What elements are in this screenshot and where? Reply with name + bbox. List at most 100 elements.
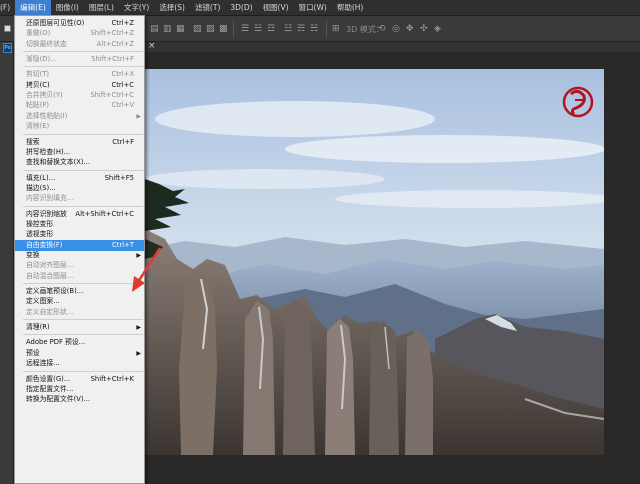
menubar-select-menu[interactable]: 选择(S) [154,0,190,16]
edit-menu-item[interactable]: 操控变形 [15,219,144,230]
menu-separator [23,334,143,336]
menu-item-label: 自动混合图层... [26,271,74,280]
menu-item-label: Adobe PDF 预设... [26,338,86,347]
options-divider [326,21,327,37]
distribute-left-icon[interactable]: ☳ [284,23,292,35]
menu-item-label: 描边(S)... [26,183,56,192]
3d-scale-icon[interactable]: ◈ [434,23,441,35]
edit-menu-item[interactable]: 远程连接... [15,358,144,369]
distribute-top-icon[interactable]: ☰ [241,23,249,35]
edit-menu-item[interactable]: 转换为配置文件(V)... [15,394,144,405]
menu-item-label: 转换为配置文件(V)... [26,395,91,404]
3d-roll-icon[interactable]: ◎ [392,23,400,35]
menu-bar: (F) 编辑(E) 图像(I) 图层(L) 文字(Y) 选择(S) 滤镜(T) 3D(D) 视图… [0,0,640,16]
edit-menu-item[interactable]: 自由变换(F) Ctrl+T [15,239,144,251]
align-hcenter-icon[interactable]: ▨ [206,23,215,35]
edit-menu-item[interactable]: 定义图案... [15,296,144,307]
distribute-hcenter-icon[interactable]: ☴ [297,23,305,35]
menu-item-shortcut: Shift+Ctrl+C [90,91,134,100]
menu-separator [23,133,143,135]
menu-item-shortcut: Shift+Ctrl+Z [90,29,134,38]
tools-panel: Ps [0,42,14,484]
menubar-3d-menu[interactable]: 3D(D) [225,0,257,16]
close-tab-icon[interactable]: × [148,41,156,51]
ps-icon: Ps [3,43,12,53]
edit-menu-item[interactable]: 变换 ▶ [15,250,144,261]
menu-item-label: 透视变形 [26,230,54,239]
align-left-icon[interactable]: ▧ [193,23,202,35]
options-divider [233,21,234,37]
edit-menu-item[interactable]: 定义画笔预设(B)... [15,286,144,297]
align-bottom-icon[interactable]: ▦ [176,23,185,35]
auto-align-icon[interactable]: ⊞ [332,23,340,35]
3d-slide-icon[interactable]: ✣ [420,23,428,35]
menu-separator [23,66,143,68]
align-right-icon[interactable]: ▩ [219,23,228,35]
menu-item-shortcut: Ctrl+X [111,70,134,79]
edit-menu-item: 选择性粘贴(I) ▶ [15,111,144,122]
distribute-bottom-icon[interactable]: ☲ [267,23,275,35]
edit-menu-item[interactable]: 填充(L)... Shift+F5 [15,173,144,184]
menu-item-shortcut: Shift+Ctrl+K [90,374,134,383]
photoshop-window: (F) 编辑(E) 图像(I) 图层(L) 文字(Y) 选择(S) 滤镜(T) 3D(D) 视图… [0,0,640,484]
menu-item-label: 还原图层可见性(O) [26,19,85,27]
edit-menu-item[interactable]: 颜色设置(G)... Shift+Ctrl+K [15,374,144,385]
edit-menu-item[interactable]: 指定配置文件... [15,384,144,395]
edit-menu-item[interactable]: 透视变形 [15,229,144,240]
edit-menu-item[interactable]: 还原图层可见性(O) Ctrl+Z [15,18,144,29]
menubar-edit-menu-title[interactable]: 编辑(E) [15,0,51,16]
menu-item-label: 清理(R) [26,323,50,332]
menu-item-label: 查找和替换文本(X)... [26,158,91,167]
menu-item-label: 重做(O) [26,29,51,38]
submenu-arrow-icon: ▶ [136,324,141,332]
edit-menu-item[interactable]: 内容识别缩放 Alt+Shift+Ctrl+C [15,209,144,220]
align-vcenter-icon[interactable]: ▥ [163,23,172,35]
menubar-layer-menu[interactable]: 图层(L) [84,0,119,16]
auto-select-checkbox[interactable] [4,25,11,32]
edit-menu-item: 自动混合图层... [15,271,144,282]
menu-item-label: 粘贴(P) [26,101,49,110]
edit-menu-item[interactable]: 搜索 Ctrl+F [15,137,144,148]
3d-drag-icon[interactable]: ✥ [406,23,414,35]
menu-item-label: 指定配置文件... [26,384,74,393]
edit-menu-item[interactable]: Adobe PDF 预设... [15,337,144,348]
edit-menu-item: 合并拷贝(Y) Shift+Ctrl+C [15,90,144,101]
menubar-help-menu[interactable]: 帮助(H) [332,0,369,16]
edit-menu-item: 定义自定形状... [15,307,144,318]
menu-item-label: 预设 [26,348,40,357]
edit-menu-item[interactable]: 描边(S)... [15,183,144,194]
edit-menu-item[interactable]: 查找和替换文本(X)... [15,157,144,168]
menubar-image-menu[interactable]: 图像(I) [51,0,84,16]
distribute-right-icon[interactable]: ☵ [310,23,318,35]
edit-menu-item: 清除(E) [15,121,144,132]
menu-item-label: 变换 [26,251,40,259]
menubar-window-menu[interactable]: 窗口(W) [294,0,332,16]
menubar-filter-menu[interactable]: 滤镜(T) [190,0,225,16]
submenu-arrow-icon: ▶ [136,252,141,259]
menu-item-label: 定义图案... [26,297,60,306]
menu-item-label: 颜色设置(G)... [26,374,71,383]
align-top-icon[interactable]: ▤ [150,23,159,35]
menubar-view-menu[interactable]: 视图(V) [258,0,294,16]
menu-item-label: 填充(L)... [26,173,56,182]
menu-item-shortcut: Ctrl+T [112,240,134,249]
menubar-type-menu[interactable]: 文字(Y) [119,0,154,16]
menu-item-label: 切换最终状态 [26,39,67,48]
menubar-file-menu[interactable]: (F) [0,0,15,16]
edit-menu-item[interactable]: 清理(R) ▶ [15,322,144,333]
edit-menu-item: 内容识别填充... [15,193,144,204]
edit-menu-item[interactable]: 预设 ▶ [15,348,144,359]
edit-menu-item: 剪切(T) Ctrl+X [15,69,144,80]
menu-item-shortcut: Alt+Shift+Ctrl+C [75,209,134,218]
edit-menu-item: 切换最终状态 Alt+Ctrl+Z [15,39,144,50]
edit-menu-item: 重做(O) Shift+Ctrl+Z [15,28,144,39]
menu-item-label: 内容识别填充... [26,194,74,203]
menu-separator [23,205,143,207]
menu-item-label: 拼写检查(H)... [26,147,71,156]
3d-rotate-icon[interactable]: ⟲ [378,23,386,35]
document-image[interactable] [145,69,604,455]
distribute-vcenter-icon[interactable]: ☱ [254,23,262,35]
edit-menu-item[interactable]: 拷贝(C) Ctrl+C [15,80,144,91]
edit-menu-item[interactable]: 拼写检查(H)... [15,147,144,158]
edit-menu: 还原图层可见性(O) Ctrl+Z 重做(O) Shift+Ctrl+Z 切换最终状态 A… [14,15,145,484]
